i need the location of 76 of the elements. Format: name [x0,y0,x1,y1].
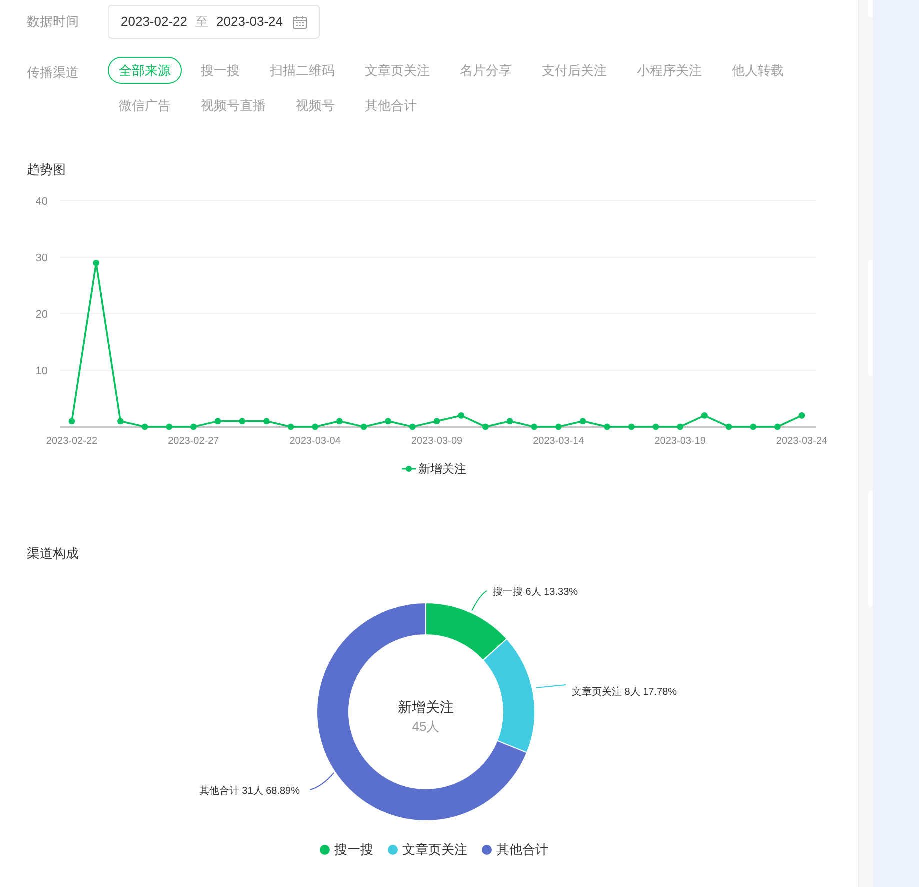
start-date: 2023-02-22 [121,13,188,32]
data-point [701,412,708,418]
legend-item[interactable]: 新增关注 [402,460,466,478]
field-label: 数据时间 [27,13,80,31]
channel-tag[interactable]: 文章页关注 [354,57,441,84]
x-tick-label: 2023-03-09 [411,436,463,446]
slice-label: 搜一搜 6人 13.33% [493,587,578,598]
y-tick-label: 10 [36,365,48,377]
data-point [677,423,684,430]
field-label: 传播渠道 [27,64,80,82]
data-point [312,423,319,430]
data-point [288,423,294,430]
data-point [239,418,246,424]
data-point [726,423,732,430]
data-point [360,423,368,430]
section-title: 趋势图 [26,161,67,179]
legend-line-icon [402,464,416,472]
data-point [458,412,465,418]
leader-line [472,590,488,612]
data-point [385,418,392,424]
channel-tag[interactable]: 小程序关注 [626,57,713,84]
channel-tag[interactable]: 其他合计 [354,92,428,119]
data-point [628,423,635,430]
legend-item[interactable]: 搜一搜 [320,840,374,860]
data-point [190,423,197,430]
data-point [774,423,781,430]
x-tick-label: 2023-03-04 [290,436,341,446]
data-point [336,418,343,424]
data-point [68,418,76,424]
data-point [750,423,757,430]
slice-label: 其他合计 31人 68.89% [199,786,300,797]
channel-tag[interactable]: 全部来源 [108,57,182,84]
channel-tag[interactable]: 微信广告 [108,92,182,119]
channel-tag[interactable]: 视频号直播 [190,92,277,119]
donut-center-value: 45人 [412,719,440,734]
data-point [166,423,173,430]
legend-item[interactable]: 文章页关注 [388,840,468,860]
x-tick-label: 2023-02-22 [46,436,98,446]
x-tick-label: 2023-03-19 [654,436,706,446]
x-tick-label: 2023-03-24 [776,436,828,446]
data-point [434,418,440,424]
data-point [506,418,514,424]
data-point [409,423,416,430]
data-point [117,418,124,424]
section-title: 渠道构成 [26,544,80,562]
data-point [798,412,806,418]
calendar-icon [293,16,307,28]
date-range-field[interactable]: 2023-02-22 至 2023-03-24 [108,5,320,39]
leader-line [310,772,334,790]
data-point [263,418,270,424]
data-point [652,423,660,430]
channel-tag[interactable]: 他人转载 [721,57,795,84]
end-date: 2023-03-24 [216,13,283,32]
data-point [531,423,538,430]
range-separator: 至 [196,13,208,32]
channel-tag[interactable]: 视频号 [285,92,346,119]
data-point [93,259,100,266]
data-point [214,418,222,424]
channel-tag[interactable]: 支付后关注 [531,57,618,84]
legend-item[interactable]: 其他合计 [482,840,548,860]
channel-tag[interactable]: 搜一搜 [190,57,251,84]
x-tick-label: 2023-02-27 [168,436,220,446]
y-tick-label: 30 [36,252,48,264]
y-tick-label: 40 [36,196,48,208]
data-point [580,418,586,424]
donut-center-title: 新增关注 [398,699,454,715]
data-point [482,423,489,430]
slice-label: 文章页关注 8人 17.78% [572,687,678,698]
data-point [142,423,148,430]
leader-line [536,684,566,688]
channel-tag[interactable]: 名片分享 [449,57,523,84]
data-point [555,423,562,430]
channel-tag[interactable]: 扫描二维码 [259,57,346,84]
y-tick-label: 20 [36,308,48,320]
data-point [604,423,611,430]
x-tick-label: 2023-03-14 [533,436,584,446]
